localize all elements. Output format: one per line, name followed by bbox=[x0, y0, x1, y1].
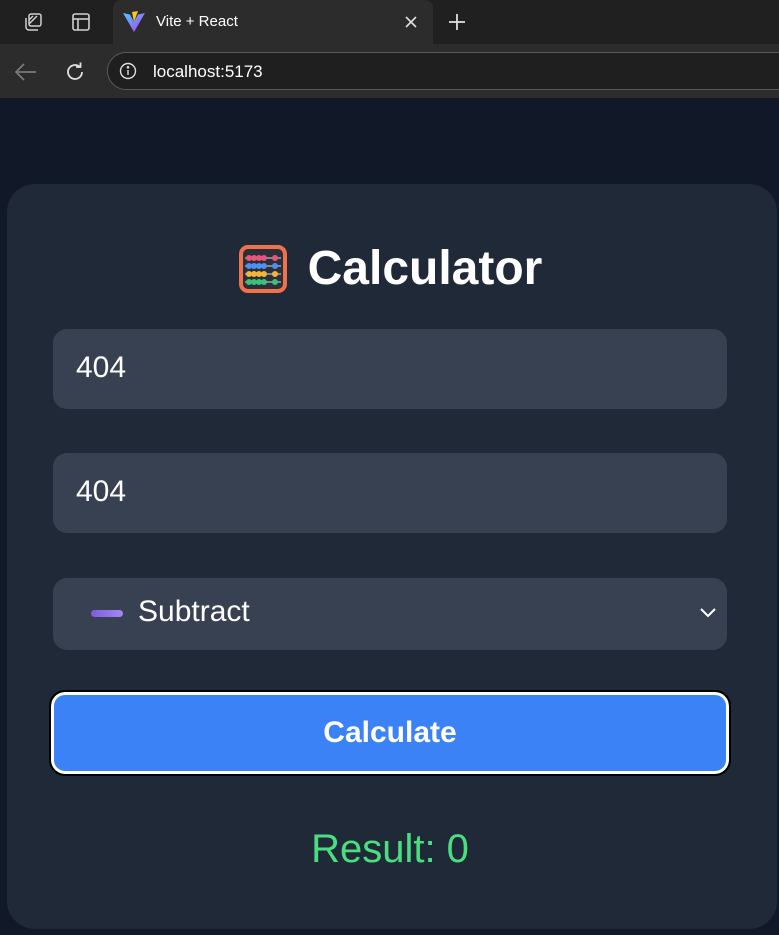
browser-toolbar: localhost:5173 bbox=[0, 44, 779, 98]
page-viewport: Calculator 404 404 Subtract Calculate Re… bbox=[4, 98, 779, 935]
browser-tab-strip: Vite + React bbox=[0, 0, 779, 44]
reload-icon[interactable] bbox=[61, 58, 89, 86]
tab-title: Vite + React bbox=[156, 13, 238, 30]
abacus-icon bbox=[238, 244, 288, 294]
address-bar[interactable]: localhost:5173 bbox=[107, 52, 779, 90]
first-number-value: 404 bbox=[76, 351, 127, 384]
page-title-row: Calculator bbox=[7, 239, 773, 299]
calculate-button-label: Calculate bbox=[323, 716, 457, 749]
calculator-card: Calculator 404 404 Subtract Calculate Re… bbox=[7, 184, 777, 929]
back-arrow-icon[interactable] bbox=[12, 58, 40, 86]
minus-icon bbox=[91, 610, 123, 617]
chevron-down-icon bbox=[699, 606, 717, 620]
tab-actions-icon[interactable] bbox=[68, 9, 94, 35]
operation-select[interactable]: Subtract bbox=[53, 578, 727, 650]
second-number-input[interactable]: 404 bbox=[53, 453, 727, 533]
page-title: Calculator bbox=[307, 242, 543, 295]
active-tab[interactable]: Vite + React bbox=[113, 0, 433, 44]
result-text: Result: 0 bbox=[311, 827, 469, 871]
site-info-icon[interactable] bbox=[119, 62, 137, 80]
close-tab-icon[interactable] bbox=[399, 10, 423, 34]
url-text: localhost:5173 bbox=[153, 62, 263, 81]
second-number-value: 404 bbox=[76, 475, 127, 508]
new-tab-icon[interactable] bbox=[443, 8, 471, 36]
workspaces-icon[interactable] bbox=[20, 9, 46, 35]
operation-selected-value: Subtract bbox=[138, 595, 250, 628]
vite-logo-icon bbox=[122, 11, 146, 33]
calculate-button[interactable]: Calculate bbox=[49, 690, 731, 776]
first-number-input[interactable]: 404 bbox=[53, 329, 727, 409]
